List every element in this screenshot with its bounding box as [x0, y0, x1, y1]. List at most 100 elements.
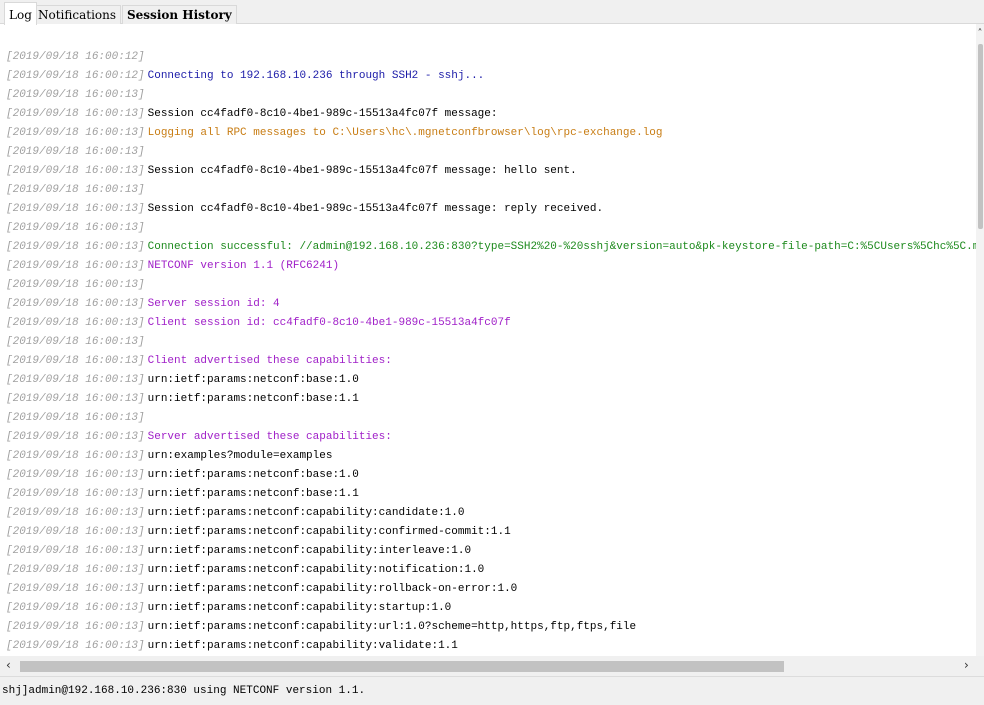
log-line: [2019/09/18 16:00:13] — [6, 276, 974, 295]
log-line: [2019/09/18 16:00:13] — [6, 181, 974, 200]
log-line: [2019/09/18 16:00:12] Connecting to 192.1… — [6, 67, 974, 86]
log-line: [2019/09/18 16:00:13] urn:ietf:params:net… — [6, 618, 974, 637]
log-line: [2019/09/18 16:00:13] Client advertised t… — [6, 352, 974, 371]
log-message: Session cc4fadf0-8c10-4be1-989c-15513a4f… — [147, 108, 498, 120]
log-timestamp: [2019/09/18 16:00:13] — [6, 241, 145, 253]
log-line: [2019/09/18 16:00:13] Server advertised t… — [6, 428, 974, 447]
log-line: [2019/09/18 16:00:13] urn:ietf:params:net… — [6, 371, 974, 390]
log-timestamp: [2019/09/18 16:00:13] — [6, 184, 145, 196]
log-message: Server session id: 4 — [147, 298, 280, 310]
log-line: [2019/09/18 16:00:13] Session cc4fadf0-8c… — [6, 200, 974, 219]
log-timestamp: [2019/09/18 16:00:13] — [6, 412, 145, 424]
log-message: Session cc4fadf0-8c10-4be1-989c-15513a4f… — [147, 165, 577, 177]
log-line: [2019/09/18 16:00:13] — [6, 143, 974, 162]
log-timestamp: [2019/09/18 16:00:13] — [6, 393, 145, 405]
log-message: urn:ietf:params:netconf:capability:start… — [147, 602, 452, 614]
log-line: [2019/09/18 16:00:13] urn:ietf:params:net… — [6, 485, 974, 504]
log-timestamp: [2019/09/18 16:00:12] — [6, 70, 145, 82]
vertical-scrollbar[interactable]: ˄ — [976, 24, 984, 656]
log-timestamp: [2019/09/18 16:00:13] — [6, 621, 145, 633]
log-message: urn:ietf:params:netconf:capability:inter… — [147, 545, 472, 557]
log-timestamp: [2019/09/18 16:00:13] — [6, 203, 145, 215]
log-line: [2019/09/18 16:00:13] urn:examples?module… — [6, 447, 974, 466]
log-line: [2019/09/18 16:00:13] Logging all RPC mes… — [6, 124, 974, 143]
log-timestamp: [2019/09/18 16:00:13] — [6, 564, 145, 576]
log-message: urn:ietf:params:netconf:base:1.0 — [147, 374, 359, 386]
log-line: [2019/09/18 16:00:13] urn:ietf:params:net… — [6, 561, 974, 580]
log-timestamp: [2019/09/18 16:00:13] — [6, 602, 145, 614]
log-message: urn:ietf:params:netconf:base:1.1 — [147, 393, 359, 405]
log-timestamp: [2019/09/18 16:00:13] — [6, 89, 145, 101]
log-timestamp: [2019/09/18 16:00:13] — [6, 640, 145, 652]
log-timestamp: [2019/09/18 16:00:13] — [6, 146, 145, 158]
log-timestamp: [2019/09/18 16:00:13] — [6, 374, 145, 386]
log-message: urn:ietf:params:netconf:capability:rollb… — [147, 583, 518, 595]
log-timestamp: [2019/09/18 16:00:13] — [6, 450, 145, 462]
log-timestamp: [2019/09/18 16:00:13] — [6, 336, 145, 348]
log-line: [2019/09/18 16:00:13] NETCONF version 1.1… — [6, 257, 974, 276]
log-list: [2019/09/18 16:00:12] [2019/09/18 16:00:1… — [6, 48, 984, 656]
log-line: [2019/09/18 16:00:13] urn:ietf:params:net… — [6, 466, 974, 485]
log-timestamp: [2019/09/18 16:00:13] — [6, 469, 145, 481]
log-timestamp: [2019/09/18 16:00:13] — [6, 488, 145, 500]
log-line: [2019/09/18 16:00:12] — [6, 48, 974, 67]
log-message: urn:examples?module=examples — [147, 450, 333, 462]
log-message: Connection successful: //admin@192.168.1… — [147, 241, 984, 253]
log-timestamp: [2019/09/18 16:00:13] — [6, 108, 145, 120]
log-timestamp: [2019/09/18 16:00:13] — [6, 127, 145, 139]
log-line: [2019/09/18 16:00:13] urn:ietf:params:net… — [6, 580, 974, 599]
tab-session-history[interactable]: Session History — [122, 5, 237, 24]
log-line: [2019/09/18 16:00:13] urn:ietf:params:net… — [6, 390, 974, 409]
vertical-scroll-thumb[interactable] — [978, 44, 983, 229]
chevron-right-icon[interactable]: › — [964, 658, 969, 672]
log-line: [2019/09/18 16:00:13] Client session id: … — [6, 314, 974, 333]
log-message: Server advertised these capabilities: — [147, 431, 392, 443]
log-message: Client session id: cc4fadf0-8c10-4be1-98… — [147, 317, 511, 329]
log-message: urn:ietf:params:netconf:capability:candi… — [147, 507, 465, 519]
chevron-up-icon[interactable]: ˄ — [976, 28, 984, 39]
log-message: Connecting to 192.168.10.236 through SSH… — [147, 70, 485, 82]
log-line: [2019/09/18 16:00:13] urn:ietf:params:net… — [6, 637, 974, 656]
log-line: [2019/09/18 16:00:13] — [6, 86, 974, 105]
log-panel[interactable]: [2019/09/18 16:00:12] [2019/09/18 16:00:1… — [0, 24, 984, 656]
log-message: NETCONF version 1.1 (RFC6241) — [147, 260, 340, 272]
log-message: urn:ietf:params:netconf:capability:confi… — [147, 526, 511, 538]
status-text: shj]admin@192.168.10.236:830 using NETCO… — [2, 685, 366, 697]
horizontal-scrollbar[interactable]: ‹ › — [0, 656, 984, 676]
log-message: Session cc4fadf0-8c10-4be1-989c-15513a4f… — [147, 203, 604, 215]
chevron-left-icon[interactable]: ‹ — [6, 658, 11, 672]
log-timestamp: [2019/09/18 16:00:13] — [6, 279, 145, 291]
horizontal-scroll-thumb[interactable] — [20, 661, 784, 672]
tab-notifications[interactable]: Notifications — [33, 5, 122, 24]
status-bar: shj]admin@192.168.10.236:830 using NETCO… — [0, 676, 984, 705]
log-message: Client advertised these capabilities: — [147, 355, 392, 367]
tab-log[interactable]: Log — [4, 2, 37, 25]
log-line: [2019/09/18 16:00:13] Connection successf… — [6, 238, 984, 257]
log-timestamp: [2019/09/18 16:00:13] — [6, 222, 145, 234]
log-timestamp: [2019/09/18 16:00:13] — [6, 431, 145, 443]
log-timestamp: [2019/09/18 16:00:13] — [6, 165, 145, 177]
log-timestamp: [2019/09/18 16:00:13] — [6, 317, 145, 329]
log-message: urn:ietf:params:netconf:capability:notif… — [147, 564, 485, 576]
log-line: [2019/09/18 16:00:13] urn:ietf:params:net… — [6, 542, 974, 561]
log-line: [2019/09/18 16:00:13] Server session id: … — [6, 295, 974, 314]
log-timestamp: [2019/09/18 16:00:13] — [6, 355, 145, 367]
log-message: urn:ietf:params:netconf:base:1.0 — [147, 469, 359, 481]
log-timestamp: [2019/09/18 16:00:13] — [6, 526, 145, 538]
log-message: urn:ietf:params:netconf:capability:valid… — [147, 640, 458, 652]
log-timestamp: [2019/09/18 16:00:13] — [6, 260, 145, 272]
log-message: urn:ietf:params:netconf:base:1.1 — [147, 488, 359, 500]
log-line: [2019/09/18 16:00:13] urn:ietf:params:net… — [6, 523, 974, 542]
log-timestamp: [2019/09/18 16:00:13] — [6, 583, 145, 595]
log-line: [2019/09/18 16:00:13] — [6, 219, 974, 238]
log-timestamp: [2019/09/18 16:00:13] — [6, 545, 145, 557]
log-timestamp: [2019/09/18 16:00:13] — [6, 507, 145, 519]
log-timestamp: [2019/09/18 16:00:13] — [6, 298, 145, 310]
log-line: [2019/09/18 16:00:13] Session cc4fadf0-8c… — [6, 105, 974, 124]
log-line: [2019/09/18 16:00:13] urn:ietf:params:net… — [6, 504, 974, 523]
log-line: [2019/09/18 16:00:13] urn:ietf:params:net… — [6, 599, 974, 618]
log-message: Logging all RPC messages to C:\Users\hc\… — [147, 127, 663, 139]
log-line: [2019/09/18 16:00:13] — [6, 333, 974, 352]
log-line: [2019/09/18 16:00:13] Session cc4fadf0-8c… — [6, 162, 974, 181]
log-timestamp: [2019/09/18 16:00:12] — [6, 51, 145, 63]
